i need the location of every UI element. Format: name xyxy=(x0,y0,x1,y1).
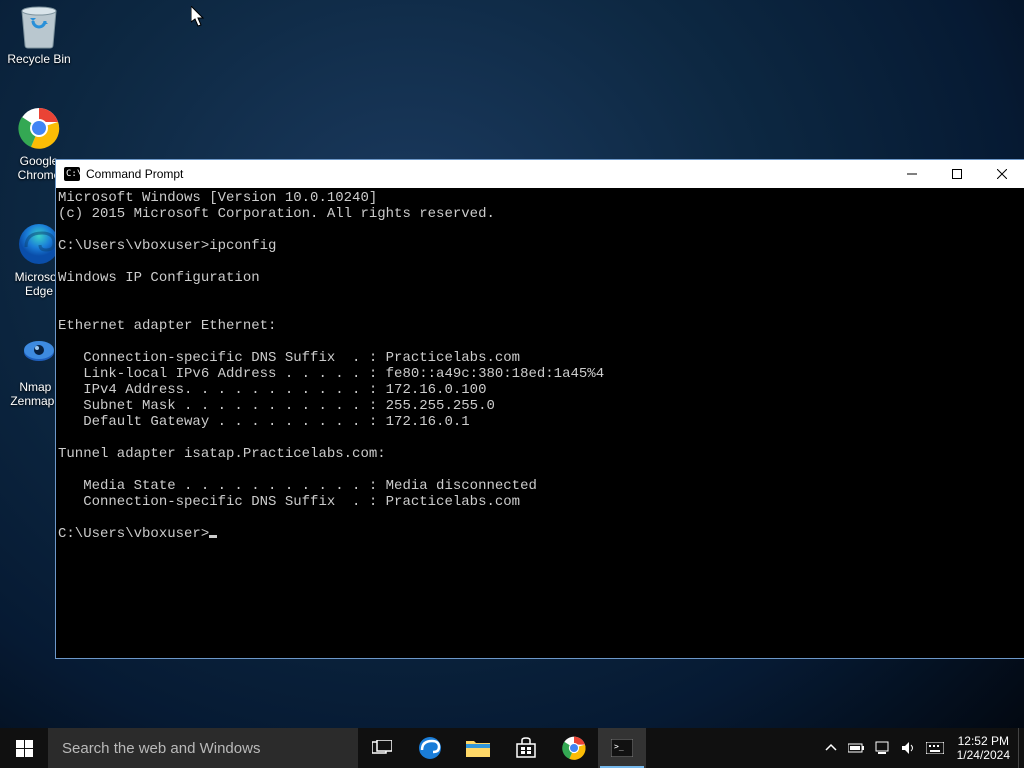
tray-keyboard-icon[interactable] xyxy=(925,738,945,758)
window-titlebar[interactable]: C:\ Command Prompt xyxy=(56,160,1024,188)
edge-taskbar-icon xyxy=(418,736,442,760)
desktop-icon-recycle-bin[interactable]: Recycle Bin xyxy=(0,2,78,66)
maximize-button[interactable] xyxy=(934,160,979,188)
store-icon xyxy=(515,737,537,759)
taskbar-search[interactable]: Search the web and Windows xyxy=(48,728,358,768)
search-placeholder: Search the web and Windows xyxy=(62,740,260,757)
chrome-icon xyxy=(15,104,63,152)
task-view-button[interactable] xyxy=(358,728,406,768)
taskbar-item-cmd[interactable]: >_ xyxy=(598,728,646,768)
command-prompt-window[interactable]: C:\ Command Prompt Microsoft Windows [Ve… xyxy=(56,160,1024,658)
file-explorer-icon xyxy=(466,738,490,758)
taskbar: Search the web and Windows xyxy=(0,728,1024,768)
taskbar-item-store[interactable] xyxy=(502,728,550,768)
tray-chevron-icon[interactable] xyxy=(821,738,841,758)
taskbar-item-edge[interactable] xyxy=(406,728,454,768)
taskbar-spacer xyxy=(646,728,817,768)
close-button[interactable] xyxy=(979,160,1024,188)
show-desktop-button[interactable] xyxy=(1018,728,1024,768)
desktop-icon-label: Recycle Bin xyxy=(0,52,78,66)
clock-date: 1/24/2024 xyxy=(957,748,1010,762)
taskbar-item-explorer[interactable] xyxy=(454,728,502,768)
svg-text:>_: >_ xyxy=(614,742,624,751)
system-tray[interactable] xyxy=(817,728,949,768)
minimize-button[interactable] xyxy=(889,160,934,188)
taskbar-item-chrome[interactable] xyxy=(550,728,598,768)
windows-logo-icon xyxy=(16,740,33,757)
chrome-taskbar-icon xyxy=(562,736,586,760)
taskbar-clock[interactable]: 12:52 PM 1/24/2024 xyxy=(949,728,1018,768)
task-view-icon xyxy=(372,740,392,756)
cmd-icon: C:\ xyxy=(64,167,80,181)
clock-time: 12:52 PM xyxy=(957,734,1010,748)
window-title: Command Prompt xyxy=(86,167,889,181)
start-button[interactable] xyxy=(0,728,48,768)
recycle-bin-icon xyxy=(15,2,63,50)
mouse-cursor-icon xyxy=(191,6,207,28)
cmd-taskbar-icon: >_ xyxy=(611,739,633,757)
terminal-cursor xyxy=(209,535,217,538)
terminal-output[interactable]: Microsoft Windows [Version 10.0.10240] (… xyxy=(56,188,1024,658)
tray-network-icon[interactable] xyxy=(873,738,893,758)
tray-battery-icon[interactable] xyxy=(847,738,867,758)
tray-volume-icon[interactable] xyxy=(899,738,919,758)
terminal-text: Microsoft Windows [Version 10.0.10240] (… xyxy=(58,190,604,542)
